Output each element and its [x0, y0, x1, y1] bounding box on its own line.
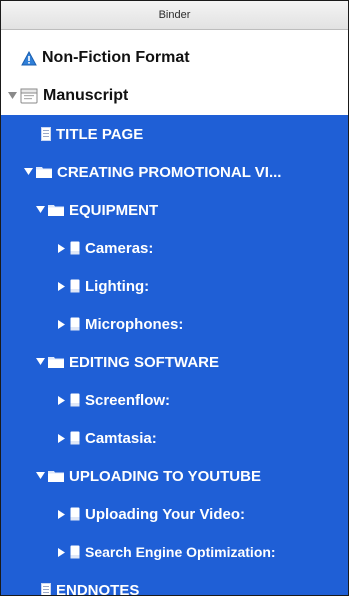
disclosure-down-icon[interactable]	[23, 168, 33, 176]
tree-item-label: Lighting:	[85, 277, 150, 295]
folder-icon	[48, 470, 64, 482]
tree-item-label: Cameras:	[85, 239, 154, 257]
folder-icon	[48, 356, 64, 368]
folder-icon	[48, 204, 64, 216]
document-icon	[70, 317, 80, 331]
tree-item-label: Screenflow:	[85, 391, 171, 409]
tree-item-manuscript[interactable]: Manuscript	[1, 77, 348, 115]
document-icon	[70, 545, 80, 559]
tree-item-equipment[interactable]: EQUIPMENT	[1, 191, 348, 229]
tree-item-uploading-video[interactable]: Uploading Your Video:	[1, 495, 348, 533]
tree-item-label: Uploading Your Video:	[85, 505, 246, 523]
tree-item-microphones[interactable]: Microphones:	[1, 305, 348, 343]
tree-item-screenflow[interactable]: Screenflow:	[1, 381, 348, 419]
disclosure-right-icon[interactable]	[57, 547, 67, 557]
document-icon	[70, 241, 80, 255]
disclosure-right-icon[interactable]	[57, 281, 67, 291]
manuscript-icon	[20, 88, 38, 104]
document-icon	[41, 583, 51, 595]
disclosure-down-icon[interactable]	[35, 206, 45, 214]
tree-item-label: Microphones:	[85, 315, 184, 333]
tree-item-label: Search Engine Optimization:	[85, 544, 276, 560]
tree-item-chapter[interactable]: CREATING PROMOTIONAL VI...	[1, 153, 348, 191]
tree-item-label: Manuscript	[43, 87, 129, 104]
disclosure-right-icon[interactable]	[57, 243, 67, 253]
disclosure-right-icon[interactable]	[57, 509, 67, 519]
tree-item-label: Non-Fiction Format	[42, 49, 190, 66]
tree-item-label: EDITING SOFTWARE	[69, 353, 219, 371]
tree-item-label: CREATING PROMOTIONAL VI...	[57, 163, 282, 181]
disclosure-down-icon[interactable]	[35, 358, 45, 366]
tree-item-project[interactable]: Non-Fiction Format	[1, 39, 348, 77]
tree-item-cameras[interactable]: Cameras:	[1, 229, 348, 267]
document-icon	[41, 127, 51, 141]
warning-icon	[21, 50, 37, 66]
disclosure-down-icon[interactable]	[7, 92, 17, 100]
tree-item-uploading[interactable]: UPLOADING TO YOUTUBE	[1, 457, 348, 495]
document-icon	[70, 431, 80, 445]
tree-item-label: ENDNOTES	[56, 581, 140, 596]
document-icon	[70, 279, 80, 293]
document-icon	[70, 507, 80, 521]
tree-item-editing-software[interactable]: EDITING SOFTWARE	[1, 343, 348, 381]
tree-item-label: TITLE PAGE	[56, 125, 144, 143]
disclosure-right-icon[interactable]	[57, 319, 67, 329]
disclosure-right-icon[interactable]	[57, 395, 67, 405]
document-icon	[70, 393, 80, 407]
tree-item-label: Camtasia:	[85, 429, 157, 447]
folder-icon	[36, 166, 52, 178]
binder-header: Binder	[1, 1, 348, 30]
tree-item-label: UPLOADING TO YOUTUBE	[69, 467, 261, 485]
disclosure-right-icon[interactable]	[57, 433, 67, 443]
tree-item-label: EQUIPMENT	[69, 201, 159, 219]
tree-item-title-page[interactable]: TITLE PAGE	[1, 115, 348, 153]
disclosure-down-icon[interactable]	[35, 472, 45, 480]
tree-item-endnotes[interactable]: ENDNOTES	[1, 571, 348, 596]
tree-item-lighting[interactable]: Lighting:	[1, 267, 348, 305]
binder-panel: Binder Non-Fiction Format Manuscript TIT…	[0, 0, 349, 596]
tree-item-seo[interactable]: Search Engine Optimization:	[1, 533, 348, 571]
binder-tree: Non-Fiction Format Manuscript TITLE PAGE…	[1, 39, 348, 596]
tree-item-camtasia[interactable]: Camtasia:	[1, 419, 348, 457]
